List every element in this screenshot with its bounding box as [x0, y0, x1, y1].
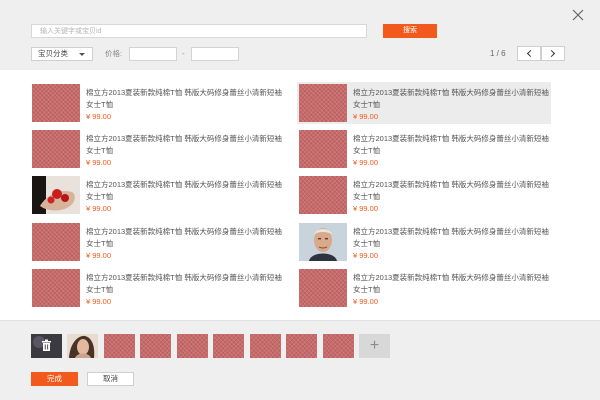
price-separator: - — [182, 49, 185, 58]
product-title: 棉立方2013夏装新款纯棉T恤 韩版大码修身蕾丝小清新短袖女士T恤 — [86, 227, 282, 248]
product-price: ¥ 99.00 — [353, 158, 379, 167]
search-input[interactable] — [31, 24, 367, 38]
product-price: ¥ 99.00 — [353, 112, 379, 121]
selected-thumb[interactable] — [140, 334, 171, 358]
product-thumbnail — [299, 84, 347, 122]
product-item[interactable]: 棉立方2013夏装新款纯棉T恤 韩版大码修身蕾丝小清新短袖女士T恤 ¥ 99.0… — [30, 174, 284, 216]
product-title: 棉立方2013夏装新款纯棉T恤 韩版大码修身蕾丝小清新短袖女士T恤 — [86, 180, 282, 201]
selected-thumb[interactable] — [104, 334, 135, 358]
product-item[interactable]: 棉立方2013夏装新款纯棉T恤 韩版大码修身蕾丝小清新短袖女士T恤 ¥ 99.0… — [30, 221, 284, 263]
product-price: ¥ 99.00 — [86, 204, 112, 213]
close-icon[interactable] — [572, 9, 584, 21]
selected-thumb[interactable] — [250, 334, 281, 358]
product-photo-red-pills — [32, 176, 80, 214]
product-title: 棉立方2013夏装新款纯棉T恤 韩版大码修身蕾丝小清新短袖女士T恤 — [353, 88, 549, 109]
product-title: 棉立方2013夏装新款纯棉T恤 韩版大码修身蕾丝小清新短袖女士T恤 — [353, 134, 549, 155]
product-thumbnail — [299, 130, 347, 168]
prev-page-button[interactable] — [517, 46, 541, 61]
product-thumbnail — [299, 176, 347, 214]
product-item-selected[interactable]: 棉立方2013夏装新款纯棉T恤 韩版大码修身蕾丝小清新短袖女士T恤 ¥ 99.0… — [297, 82, 551, 124]
category-select[interactable]: 宝贝分类 — [31, 47, 93, 61]
selected-thumb[interactable] — [286, 334, 317, 358]
product-photo-man-portrait — [299, 223, 347, 261]
done-button[interactable]: 完成 — [31, 372, 78, 386]
product-price: ¥ 99.00 — [353, 204, 379, 213]
product-thumbnail — [32, 130, 80, 168]
selected-thumb[interactable] — [323, 334, 354, 358]
product-price: ¥ 99.00 — [86, 251, 112, 260]
page-indicator: 1 / 6 — [490, 49, 506, 58]
product-item[interactable]: 棉立方2013夏装新款纯棉T恤 韩版大码修身蕾丝小清新短袖女士T恤 ¥ 99.0… — [297, 221, 551, 263]
category-select-label: 宝贝分类 — [38, 49, 68, 58]
product-price: ¥ 99.00 — [86, 158, 112, 167]
price-label: 价格: — [105, 49, 123, 58]
product-thumbnail — [32, 223, 80, 261]
search-button[interactable]: 搜索 — [383, 24, 437, 38]
divider — [0, 320, 600, 321]
cancel-button[interactable]: 取消 — [87, 372, 134, 386]
product-item[interactable]: 棉立方2013夏装新款纯棉T恤 韩版大码修身蕾丝小清新短袖女士T恤 ¥ 99.0… — [297, 267, 551, 309]
product-thumbnail — [32, 269, 80, 307]
price-min-input[interactable] — [129, 47, 177, 61]
selected-thumb[interactable] — [177, 334, 208, 358]
selected-thumb[interactable] — [213, 334, 244, 358]
product-price: ¥ 99.00 — [86, 112, 112, 121]
chevron-right-icon — [547, 49, 556, 58]
product-price: ¥ 99.00 — [86, 297, 112, 306]
product-item[interactable]: 棉立方2013夏装新款纯棉T恤 韩版大码修身蕾丝小清新短袖女士T恤 ¥ 99.0… — [30, 128, 284, 170]
product-thumbnail — [32, 84, 80, 122]
product-title: 棉立方2013夏装新款纯棉T恤 韩版大码修身蕾丝小清新短袖女士T恤 — [353, 180, 549, 201]
next-page-button[interactable] — [541, 46, 565, 61]
product-list: 棉立方2013夏装新款纯棉T恤 韩版大码修身蕾丝小清新短袖女士T恤 ¥ 99.0… — [0, 70, 600, 320]
product-title: 棉立方2013夏装新款纯棉T恤 韩版大码修身蕾丝小清新短袖女士T恤 — [86, 273, 282, 294]
chevron-down-icon — [79, 53, 85, 56]
product-thumbnail — [299, 269, 347, 307]
product-price: ¥ 99.00 — [353, 251, 379, 260]
product-picker-dialog: 搜索 宝贝分类 价格: - 1 / 6 棉立方2013夏装新款纯棉T恤 韩版大码… — [0, 0, 600, 400]
product-item[interactable]: 棉立方2013夏装新款纯棉T恤 韩版大码修身蕾丝小清新短袖女士T恤 ¥ 99.0… — [297, 174, 551, 216]
product-title: 棉立方2013夏装新款纯棉T恤 韩版大码修身蕾丝小清新短袖女士T恤 — [86, 88, 282, 109]
product-price: ¥ 99.00 — [353, 297, 379, 306]
product-title: 棉立方2013夏装新款纯棉T恤 韩版大码修身蕾丝小清新短袖女士T恤 — [86, 134, 282, 155]
product-item[interactable]: 棉立方2013夏装新款纯棉T恤 韩版大码修身蕾丝小清新短袖女士T恤 ¥ 99.0… — [30, 267, 284, 309]
product-item[interactable]: 棉立方2013夏装新款纯棉T恤 韩版大码修身蕾丝小清新短袖女士T恤 ¥ 99.0… — [30, 82, 284, 124]
plus-icon[interactable]: + — [359, 334, 390, 358]
selected-thumb[interactable] — [67, 334, 98, 358]
selected-thumb[interactable] — [31, 334, 62, 358]
product-item[interactable]: 棉立方2013夏装新款纯棉T恤 韩版大码修身蕾丝小清新短袖女士T恤 ¥ 99.0… — [297, 128, 551, 170]
chevron-left-icon — [526, 49, 535, 58]
product-title: 棉立方2013夏装新款纯棉T恤 韩版大码修身蕾丝小清新短袖女士T恤 — [353, 273, 549, 294]
trash-icon — [42, 339, 51, 351]
price-max-input[interactable] — [191, 47, 239, 61]
product-title: 棉立方2013夏装新款纯棉T恤 韩版大码修身蕾丝小清新短袖女士T恤 — [353, 227, 549, 248]
